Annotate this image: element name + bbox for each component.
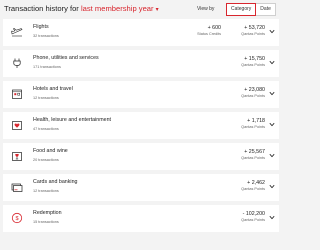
qantas-points: + 15,750 Qantas Points	[241, 56, 265, 67]
view-by-toggle: Category Date	[226, 3, 276, 16]
category-name: Phone, utilities and services	[33, 55, 99, 61]
qantas-points: + 25,567 Qantas Points	[241, 149, 265, 160]
category-name: Flights	[33, 24, 49, 30]
transaction-count: 47 transactions	[33, 127, 59, 131]
status-credits-label: Status Credits	[197, 32, 221, 36]
category-row-redemption[interactable]: $ Redemption 15 transactions - 102,200 Q…	[3, 205, 279, 232]
view-by-date-button[interactable]: Date	[256, 4, 275, 15]
points-label: Qantas Points	[241, 218, 265, 222]
category-name: Food and wine	[33, 148, 68, 154]
category-row-phone-utilities[interactable]: Phone, utilities and services 171 transa…	[3, 50, 279, 77]
points-value: + 2,462	[247, 180, 265, 186]
points-value: + 1,718	[247, 118, 265, 124]
points-value: - 102,200	[242, 211, 265, 217]
points-label: Qantas Points	[241, 187, 265, 191]
qantas-points: - 102,200 Qantas Points	[241, 211, 265, 222]
chevron-down-icon[interactable]	[269, 60, 275, 65]
transaction-count: 32 transactions	[33, 34, 59, 38]
points-label: Qantas Points	[241, 94, 265, 98]
plug-icon	[11, 57, 23, 69]
points-label: Qantas Points	[241, 125, 265, 129]
svg-text:$: $	[15, 216, 18, 222]
transaction-history-header: Transaction history for last membership …	[4, 3, 280, 17]
chevron-down-icon: ▾	[155, 7, 159, 13]
wine-icon	[11, 150, 23, 162]
points-value: + 15,750	[244, 56, 265, 62]
qantas-points: + 53,720 Qantas Points	[241, 25, 265, 36]
heart-icon	[11, 119, 23, 131]
category-row-flights[interactable]: Flights 32 transactions + 600 Status Cre…	[3, 19, 279, 46]
chevron-down-icon[interactable]	[269, 184, 275, 189]
qantas-points: + 1,718 Qantas Points	[241, 118, 265, 129]
chevron-down-icon[interactable]	[269, 122, 275, 127]
points-label: Qantas Points	[241, 156, 265, 160]
transaction-count: 171 transactions	[33, 65, 61, 69]
redemption-icon: $	[11, 212, 23, 224]
category-name: Cards and banking	[33, 179, 78, 185]
category-row-hotels-travel[interactable]: Hotels and travel 12 transactions + 23,0…	[3, 81, 279, 108]
qantas-points: + 2,462 Qantas Points	[241, 180, 265, 191]
transaction-count: 12 transactions	[33, 96, 59, 100]
card-icon	[11, 181, 23, 193]
membership-period-label: last membership year	[80, 4, 154, 13]
chevron-down-icon[interactable]	[269, 29, 275, 34]
page-title: Transaction history for last membership …	[4, 4, 159, 13]
points-label: Qantas Points	[241, 63, 265, 67]
chevron-down-icon[interactable]	[269, 153, 275, 158]
chevron-down-icon[interactable]	[269, 215, 275, 220]
category-name: Health, leisure and entertainment	[33, 117, 112, 123]
points-value: + 23,080	[244, 87, 265, 93]
points-label: Qantas Points	[241, 32, 265, 36]
transaction-count: 15 transactions	[33, 220, 59, 224]
plane-icon	[11, 26, 23, 38]
qantas-points: + 23,080 Qantas Points	[241, 87, 265, 98]
points-value: + 53,720	[244, 25, 265, 31]
title-prefix: Transaction history for	[4, 4, 79, 13]
view-by-category-button[interactable]: Category	[226, 3, 257, 16]
category-list: Flights 32 transactions + 600 Status Cre…	[3, 19, 279, 236]
membership-period-dropdown[interactable]: last membership year ▾	[81, 4, 159, 13]
category-row-health-leisure[interactable]: Health, leisure and entertainment 47 tra…	[3, 112, 279, 139]
category-name: Hotels and travel	[33, 86, 73, 92]
status-credits-value: + 600	[207, 25, 221, 31]
points-value: + 25,567	[244, 149, 265, 155]
hotel-icon	[11, 88, 23, 100]
status-credits: + 600 Status Credits	[197, 25, 221, 36]
category-row-food-wine[interactable]: Food and wine 20 transactions + 25,567 Q…	[3, 143, 279, 170]
category-row-cards-banking[interactable]: Cards and banking 12 transactions + 2,46…	[3, 174, 279, 201]
view-by-label: View by	[197, 6, 215, 12]
transaction-count: 20 transactions	[33, 158, 59, 162]
category-name: Redemption	[33, 210, 62, 216]
chevron-down-icon[interactable]	[269, 91, 275, 96]
transaction-count: 12 transactions	[33, 189, 59, 193]
